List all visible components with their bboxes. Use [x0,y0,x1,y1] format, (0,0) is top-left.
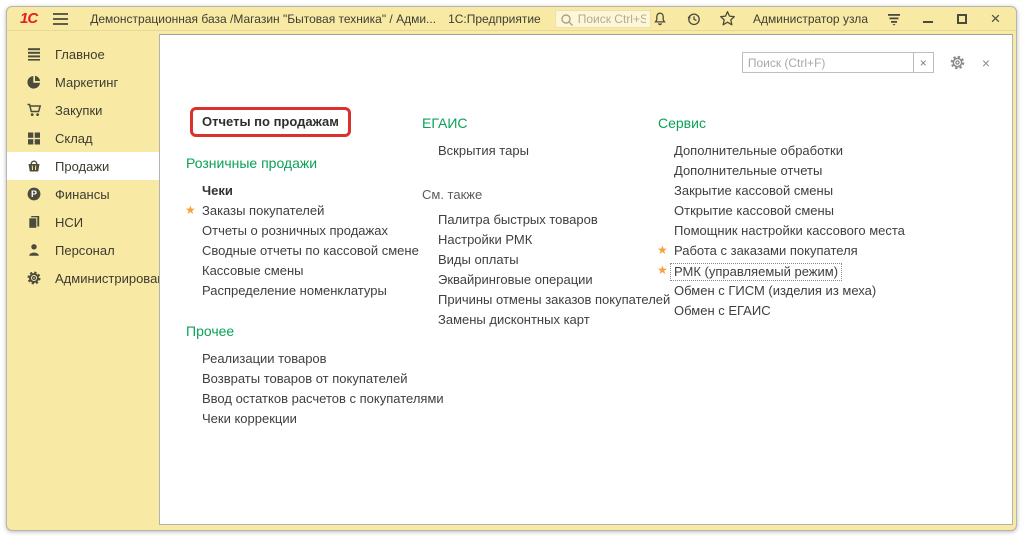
sidebar-item-label: Продажи [55,159,109,174]
menu-item[interactable]: Палитра быстрых товаров [438,212,654,232]
section-header: ЕГАИС [422,115,654,131]
sales-basket-icon [26,158,42,174]
menu-item[interactable]: Дополнительные отчеты [674,163,978,183]
svg-text:Р: Р [31,189,37,199]
menu-item[interactable]: Виды оплаты [438,252,654,272]
sidebar-item-label: Финансы [55,187,110,202]
home-list-icon [26,46,42,62]
sidebar-item-label: Персонал [55,243,115,258]
menu-item[interactable]: Распределение номенклатуры [202,283,420,303]
window-title: Демонстрационная база /Магазин "Бытовая … [90,12,436,26]
menu-item[interactable]: Чеки [202,183,420,203]
menu-item[interactable]: Ввод остатков расчетов с покупателями [202,391,420,411]
menu-item[interactable]: Обмен с ГИСМ (изделия из меха) [674,283,978,303]
sidebar-item-marketing[interactable]: Маркетинг [7,68,159,96]
sidebar-item-label: Маркетинг [55,75,118,90]
menu-item[interactable]: Дополнительные обработки [674,143,978,163]
global-search [555,10,651,28]
section-header: Сервис [658,115,978,131]
section-functions-panel: × × Отчеты по продажам Розничные продажи… [159,34,1013,525]
menu-item[interactable]: Сводные отчеты по кассовой смене [202,243,420,263]
sidebar-item-nsi[interactable]: НСИ [7,208,159,236]
menu-item[interactable]: Возвраты товаров от покупателей [202,371,420,391]
menu-column-3: Сервис Дополнительные обработки Дополнит… [658,115,978,323]
search-clear-icon[interactable]: × [914,52,934,73]
menu-item-otchety-po-prodazham-highlighted[interactable]: Отчеты по продажам [190,107,351,137]
sidebar-item-label: Главное [55,47,105,62]
finance-ruble-icon: Р [26,186,42,202]
warehouse-grid-icon [26,130,42,146]
menu-item[interactable]: ★Работа с заказами покупателя [674,243,978,263]
shopping-cart-icon [26,102,42,118]
sections-sidebar: Главное Маркетинг Закупки Склад Продажи … [7,31,159,530]
menu-column-1: Отчеты по продажам Розничные продажи Чек… [186,107,420,431]
section-header: Розничные продажи [186,155,420,171]
menu-item[interactable]: Закрытие кассовой смены [674,183,978,203]
sidebar-item-finansy[interactable]: Р Финансы [7,180,159,208]
menu-item[interactable]: Открытие кассовой смены [674,203,978,223]
sidebar-item-glavnoe[interactable]: Главное [7,40,159,68]
menu-item[interactable]: ★Заказы покупателей [202,203,420,223]
sidebar-item-prodazhi[interactable]: Продажи [7,152,159,180]
menu-column-2: ЕГАИС Вскрытия тары См. также Палитра бы… [422,115,654,332]
panel-settings-gear-icon[interactable] [949,54,966,71]
close-button[interactable]: × [987,10,1004,27]
app-name: 1С:Предприятие [448,12,541,26]
restore-button[interactable] [953,10,970,27]
search-icon [560,13,574,27]
menu-item[interactable]: Причины отмены заказов покупателей [438,292,654,312]
panel-search-input[interactable] [742,52,914,73]
menu-item[interactable]: Кассовые смены [202,263,420,283]
menu-item[interactable]: Эквайринговые операции [438,272,654,292]
gear-icon [26,270,42,286]
favorite-star-icon: ★ [657,263,668,277]
menu-item[interactable]: Замены дисконтных карт [438,312,654,332]
sidebar-item-label: Закупки [55,103,102,118]
sidebar-item-personal[interactable]: Персонал [7,236,159,264]
section-header: Прочее [186,323,420,339]
menu-item[interactable]: Помощник настройки кассового места [674,223,978,243]
titlebar-actions: Администратор узла × [651,10,1004,27]
app-window: 1С Демонстрационная база /Магазин "Бытов… [6,6,1017,531]
history-icon[interactable] [685,10,702,27]
see-also-header: См. также [422,187,654,202]
pie-chart-icon [26,74,42,90]
panel-toolbar: × × [742,52,990,73]
panel-search: × [742,52,934,73]
reference-books-icon [26,214,42,230]
menu-item[interactable]: Обмен с ЕГАИС [674,303,978,323]
sidebar-item-zakupki[interactable]: Закупки [7,96,159,124]
titlebar: 1С Демонстрационная база /Магазин "Бытов… [7,7,1016,31]
sidebar-item-administrirovanie[interactable]: Администрирование [7,264,159,292]
menu-item[interactable]: Реализации товаров [202,351,420,371]
favorites-star-icon[interactable] [719,10,736,27]
sidebar-item-sklad[interactable]: Склад [7,124,159,152]
main-menu-icon[interactable] [53,13,68,25]
menu-item[interactable]: Настройки РМК [438,232,654,252]
menu-item-focused[interactable]: ★РМК (управляемый режим) [674,263,978,283]
panel-close-icon[interactable]: × [982,56,990,70]
current-user-label: Администратор узла [753,12,868,26]
menu-item[interactable]: Вскрытия тары [438,143,654,163]
1c-logo-icon: 1С [20,11,37,26]
minimize-button[interactable] [919,10,936,27]
favorite-star-icon: ★ [185,203,196,217]
sidebar-item-label: Склад [55,131,93,146]
notifications-bell-icon[interactable] [651,10,668,27]
sidebar-item-label: НСИ [55,215,83,230]
menu-item[interactable]: Отчеты о розничных продажах [202,223,420,243]
menu-item[interactable]: Чеки коррекции [202,411,420,431]
favorite-star-icon: ★ [657,243,668,257]
service-settings-icon[interactable] [885,10,902,27]
person-icon [26,242,42,258]
